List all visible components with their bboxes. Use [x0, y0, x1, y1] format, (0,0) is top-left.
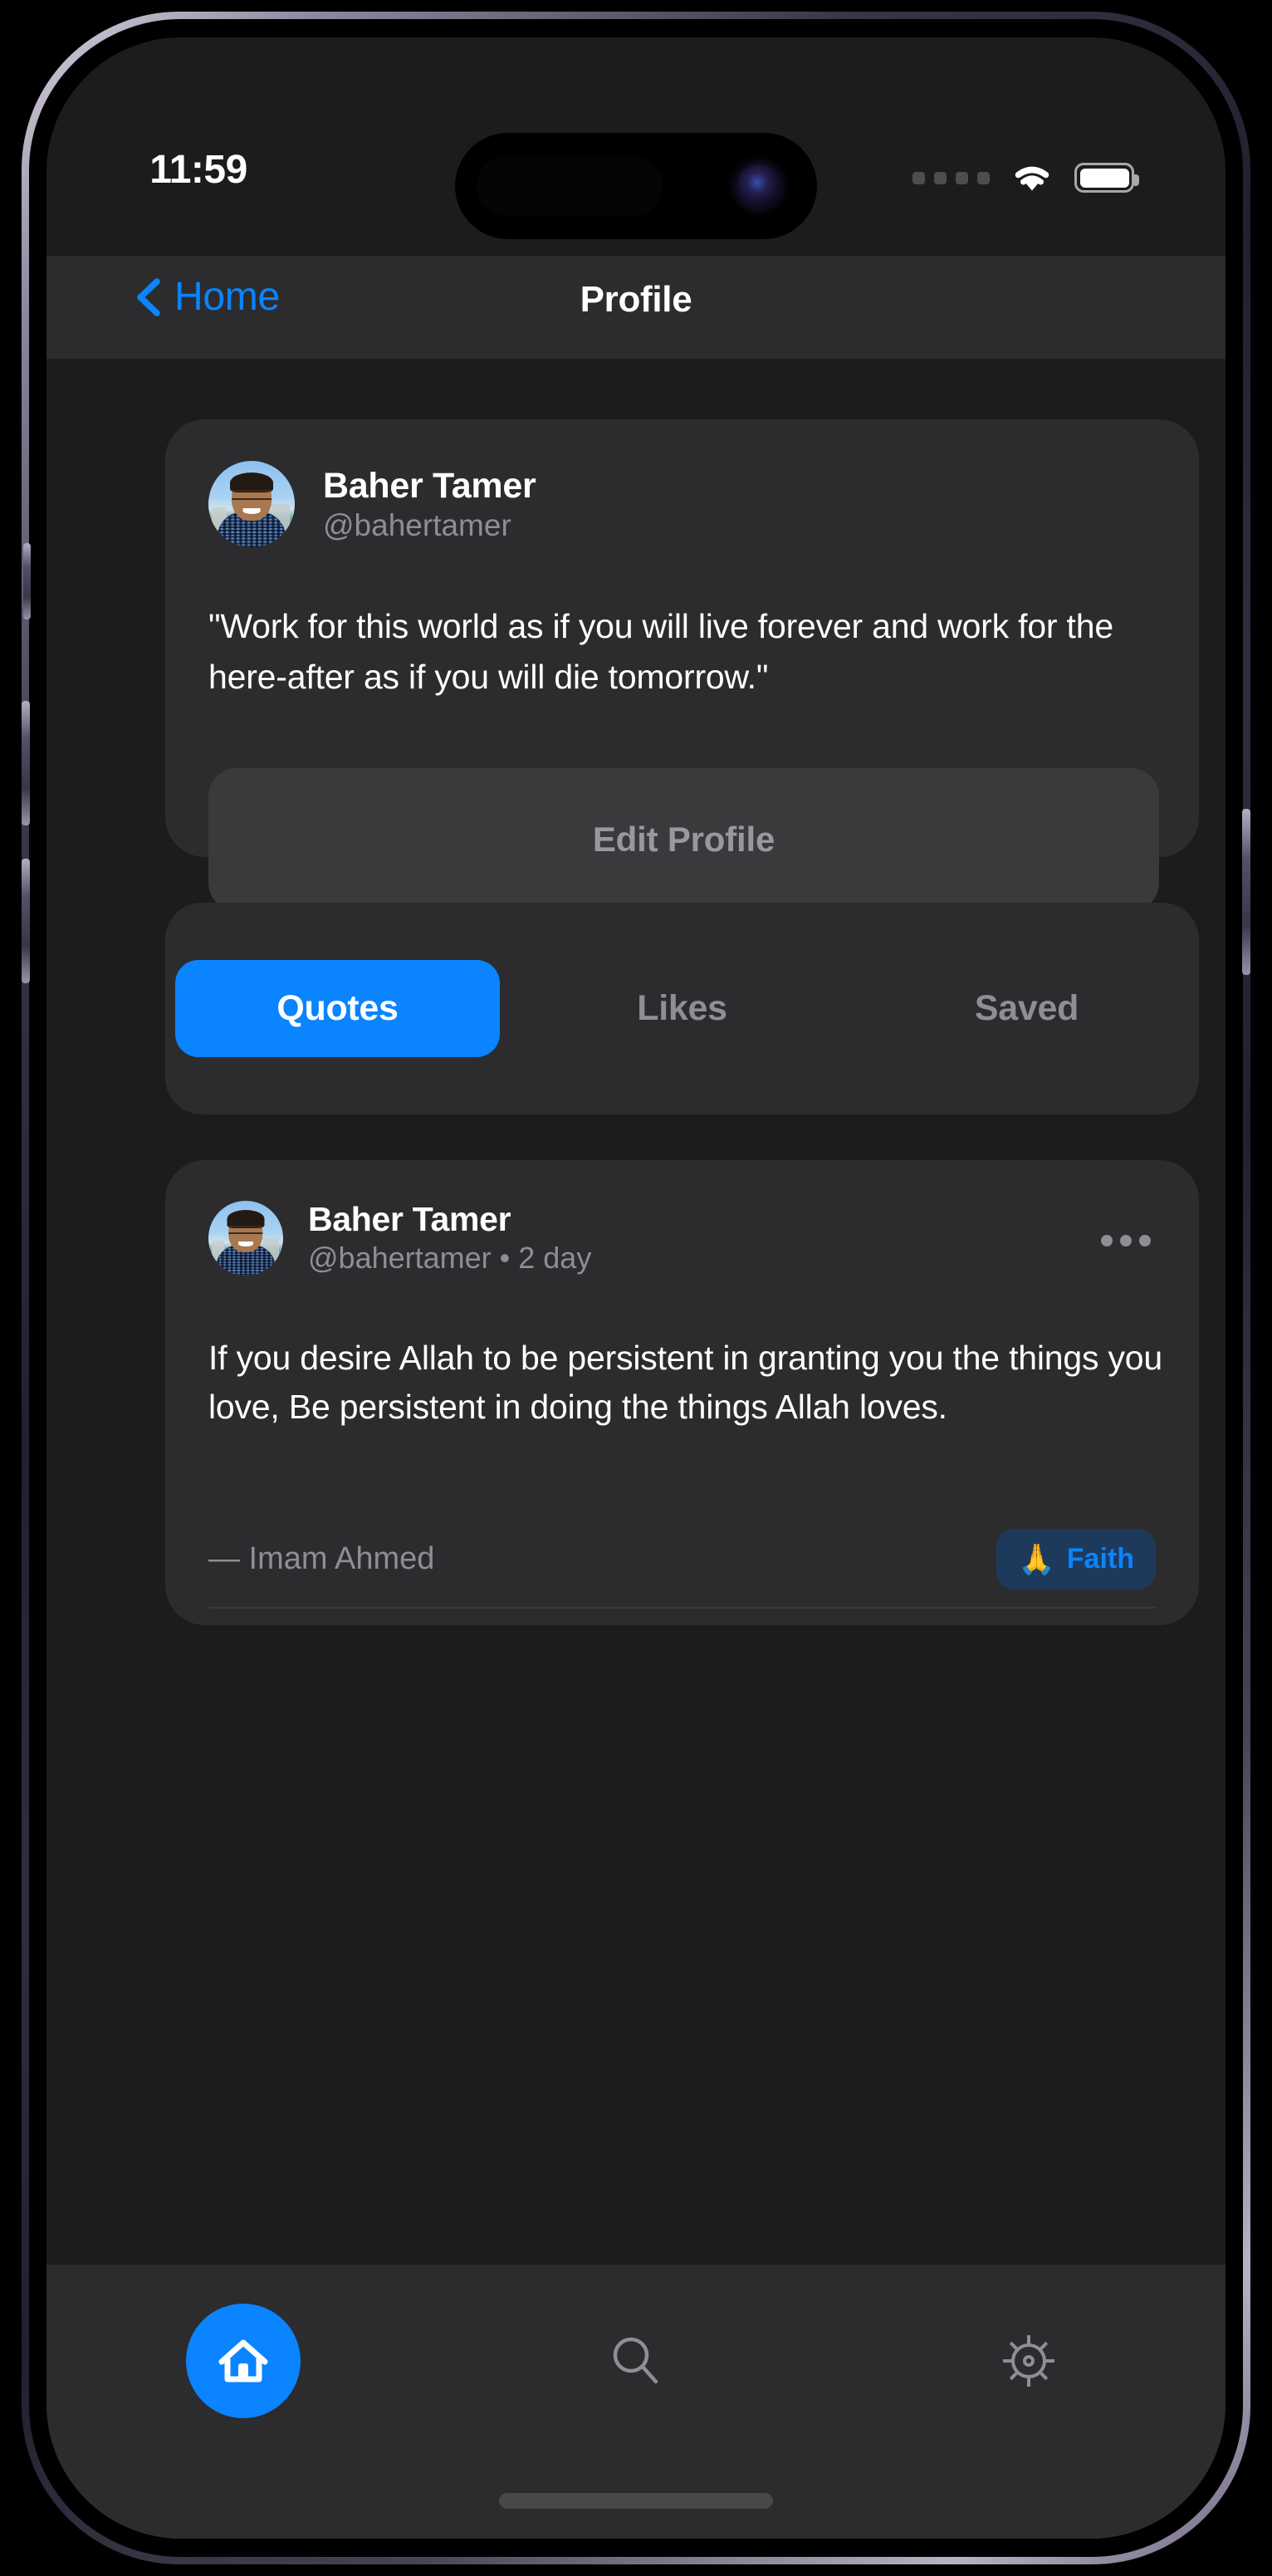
tab-likes[interactable]: Likes	[520, 960, 844, 1057]
avatar	[208, 1200, 283, 1276]
battery-full-icon	[1074, 163, 1139, 193]
quote-card-header: Baher Tamer @bahertamer • 2 day	[208, 1200, 591, 1276]
bottom-tab-bar	[46, 2265, 1226, 2539]
phone-screen: 11:59 Home Profile Baher Tamer @bahertam…	[46, 37, 1226, 2539]
navigation-bar: Home Profile	[46, 256, 1226, 359]
avatar	[208, 461, 295, 547]
quote-author-name: Baher Tamer	[308, 1200, 511, 1238]
profile-header: Baher Tamer @bahertamer	[208, 461, 536, 547]
gear-icon	[1003, 2335, 1055, 2387]
quote-author-identity: Baher Tamer @bahertamer • 2 day	[308, 1200, 591, 1276]
quote-attribution: — Imam Ahmed	[208, 1541, 435, 1576]
power-button[interactable]	[1242, 809, 1250, 975]
quote-meta: @bahertamer • 2 day	[308, 1241, 592, 1275]
quote-card[interactable]: Baher Tamer @bahertamer • 2 day If you d…	[165, 1160, 1199, 1625]
edit-profile-button[interactable]: Edit Profile	[208, 768, 1159, 911]
profile-name: Baher Tamer	[323, 465, 536, 506]
quote-text: If you desire Allah to be persistent in …	[208, 1339, 1162, 1427]
search-icon	[613, 2337, 658, 2384]
status-bar-clock: 11:59	[149, 148, 247, 192]
dynamic-island	[455, 133, 817, 239]
tab-saved[interactable]: Saved	[864, 960, 1189, 1057]
front-camera-icon	[737, 164, 780, 208]
phone-frame: 11:59 Home Profile Baher Tamer @bahertam…	[22, 12, 1250, 2564]
profile-bio: "Work for this world as if you will live…	[208, 607, 1113, 696]
badge-label: Faith	[1066, 1543, 1134, 1574]
home-icon	[218, 2339, 268, 2383]
bottom-tab-settings[interactable]	[833, 2332, 1226, 2390]
phone-bezel: 11:59 Home Profile Baher Tamer @bahertam…	[22, 19, 1250, 2557]
profile-card: Baher Tamer @bahertamer "Work for this w…	[165, 419, 1199, 911]
ellipsis-icon[interactable]	[1101, 1235, 1151, 1246]
divider	[208, 1607, 1156, 1609]
home-indicator[interactable]	[499, 2493, 773, 2509]
earpiece-speaker	[477, 156, 663, 216]
status-bar-indicators	[912, 160, 1139, 195]
wifi-icon	[1015, 166, 1049, 191]
edit-profile-label: Edit Profile	[592, 820, 775, 859]
volume-down-button[interactable]	[22, 859, 30, 983]
tab-quotes[interactable]: Quotes	[175, 960, 500, 1057]
profile-handle: @bahertamer	[323, 507, 511, 542]
cellular-dots-icon	[912, 171, 990, 184]
bottom-tab-home[interactable]	[46, 2304, 439, 2418]
quote-footer: — Imam Ahmed 🙏 Faith	[208, 1529, 1156, 1589]
profile-tab-bar: Quotes Likes Saved	[165, 903, 1199, 1114]
status-badge[interactable]: 🙏 Faith	[996, 1529, 1156, 1589]
bottom-tab-search[interactable]	[439, 2334, 832, 2388]
silent-switch[interactable]	[23, 543, 31, 620]
status-bar: 11:59	[46, 37, 1226, 239]
profile-identity: Baher Tamer @bahertamer	[323, 466, 536, 543]
page-title: Profile	[580, 279, 692, 320]
volume-up-button[interactable]	[22, 701, 30, 825]
scroll-content[interactable]: Baher Tamer @bahertamer "Work for this w…	[46, 359, 1226, 2539]
praying-hands-icon: 🙏	[1017, 1541, 1055, 1576]
